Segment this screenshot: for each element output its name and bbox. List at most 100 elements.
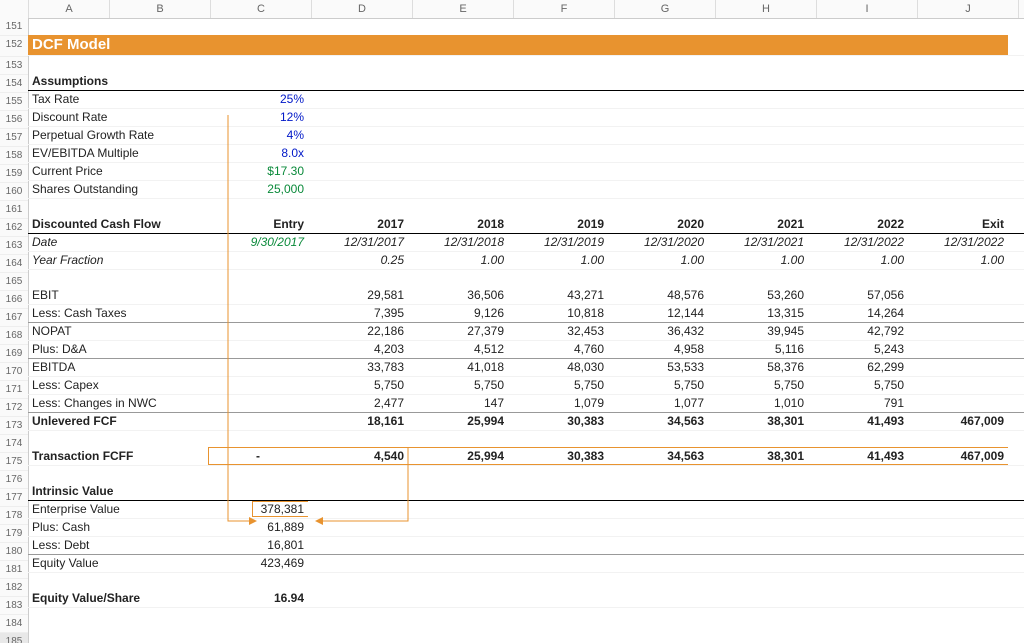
dcf-cell[interactable]: 5,750 [608, 377, 708, 394]
dcf-cell[interactable]: 4,512 [408, 341, 508, 358]
row-head-173[interactable]: 173 [0, 417, 28, 435]
assumption-value[interactable]: 25,000 [208, 181, 308, 198]
col-head-H[interactable]: H [716, 0, 817, 18]
intrinsic-value[interactable]: 378,381 [208, 501, 308, 518]
col-head-F[interactable]: F [514, 0, 615, 18]
row-head-161[interactable]: 161 [0, 201, 28, 219]
ufcf-2021[interactable]: 38,301 [708, 413, 808, 430]
dcf-cell[interactable]: 2,477 [308, 395, 408, 412]
row-head-151[interactable]: 151 [0, 18, 28, 36]
col-head-A[interactable]: A [29, 0, 110, 18]
dcf-cell[interactable]: 13,315 [708, 305, 808, 322]
dcf-cell[interactable]: 53,260 [708, 287, 808, 304]
col-head-B[interactable]: B [110, 0, 211, 18]
dcf-cell[interactable]: 41,018 [408, 359, 508, 376]
dcf-cell[interactable]: 33,783 [308, 359, 408, 376]
txn-exit[interactable]: 467,009 [908, 448, 1008, 465]
txn-2018[interactable]: 25,994 [408, 448, 508, 465]
dcf-cell[interactable]: 29,581 [308, 287, 408, 304]
date-2021[interactable]: 12/31/2021 [708, 234, 808, 251]
dcf-cell[interactable]: 10,818 [508, 305, 608, 322]
ufcf-2019[interactable]: 30,383 [508, 413, 608, 430]
yf-2019[interactable]: 1.00 [508, 252, 608, 269]
dcf-cell[interactable]: 791 [808, 395, 908, 412]
date-entry[interactable]: 9/30/2017 [208, 234, 308, 251]
dcf-cell[interactable]: 4,203 [308, 341, 408, 358]
evps-value[interactable]: 16.94 [208, 590, 308, 607]
row-head-167[interactable]: 167 [0, 309, 28, 327]
dcf-cell[interactable]: 39,945 [708, 323, 808, 340]
dcf-cell[interactable]: 5,750 [808, 377, 908, 394]
dcf-cell[interactable]: 1,077 [608, 395, 708, 412]
col-head-D[interactable]: D [312, 0, 413, 18]
col-head-E[interactable]: E [413, 0, 514, 18]
assumption-value[interactable]: 12% [208, 109, 308, 126]
assumption-value[interactable]: $17.30 [208, 163, 308, 180]
row-head-165[interactable]: 165 [0, 273, 28, 291]
col-head-J[interactable]: J [918, 0, 1019, 18]
row-head-179[interactable]: 179 [0, 525, 28, 543]
row-head-153[interactable]: 153 [0, 57, 28, 75]
dcf-cell[interactable]: 42,792 [808, 323, 908, 340]
dcf-cell[interactable]: 1,010 [708, 395, 808, 412]
ufcf-2017[interactable]: 18,161 [308, 413, 408, 430]
row-head-176[interactable]: 176 [0, 471, 28, 489]
yf-2021[interactable]: 1.00 [708, 252, 808, 269]
txn-entry[interactable]: - [208, 448, 308, 465]
dcf-cell[interactable]: 5,750 [508, 377, 608, 394]
dcf-cell[interactable]: 5,750 [408, 377, 508, 394]
assumption-value[interactable]: 4% [208, 127, 308, 144]
date-2020[interactable]: 12/31/2020 [608, 234, 708, 251]
sheet-body[interactable]: DCF Model Assumptions Tax Rate25%Discoun… [28, 18, 1024, 625]
dcf-cell[interactable]: 48,030 [508, 359, 608, 376]
dcf-cell[interactable]: 9,126 [408, 305, 508, 322]
dcf-cell[interactable]: 32,453 [508, 323, 608, 340]
col-head-I[interactable]: I [817, 0, 918, 18]
date-2019[interactable]: 12/31/2019 [508, 234, 608, 251]
row-head-166[interactable]: 166 [0, 291, 28, 309]
row-head-183[interactable]: 183 [0, 597, 28, 615]
intrinsic-value[interactable]: 61,889 [208, 519, 308, 536]
date-2017[interactable]: 12/31/2017 [308, 234, 408, 251]
yf-2022[interactable]: 1.00 [808, 252, 908, 269]
dcf-cell[interactable]: 27,379 [408, 323, 508, 340]
ufcf-exit[interactable]: 467,009 [908, 413, 1008, 430]
row-head-163[interactable]: 163 [0, 237, 28, 255]
row-head-168[interactable]: 168 [0, 327, 28, 345]
txn-2017[interactable]: 4,540 [308, 448, 408, 465]
row-head-172[interactable]: 172 [0, 399, 28, 417]
row-head-154[interactable]: 154 [0, 75, 28, 93]
dcf-cell[interactable]: 53,533 [608, 359, 708, 376]
yf-2018[interactable]: 1.00 [408, 252, 508, 269]
row-headers[interactable]: 1511521531541551561571581591601611621631… [0, 18, 29, 643]
row-head-180[interactable]: 180 [0, 543, 28, 561]
row-head-152[interactable]: 152 [0, 36, 28, 57]
dcf-cell[interactable]: 22,186 [308, 323, 408, 340]
dcf-cell[interactable]: 4,958 [608, 341, 708, 358]
txn-2022[interactable]: 41,493 [808, 448, 908, 465]
row-head-162[interactable]: 162 [0, 219, 28, 237]
row-head-158[interactable]: 158 [0, 147, 28, 165]
yf-2020[interactable]: 1.00 [608, 252, 708, 269]
dcf-cell[interactable]: 58,376 [708, 359, 808, 376]
row-head-157[interactable]: 157 [0, 129, 28, 147]
row-head-185[interactable]: 185 [0, 633, 28, 643]
txn-2019[interactable]: 30,383 [508, 448, 608, 465]
assumption-value[interactable]: 8.0x [208, 145, 308, 162]
dcf-cell[interactable]: 43,271 [508, 287, 608, 304]
row-head-164[interactable]: 164 [0, 255, 28, 273]
row-head-171[interactable]: 171 [0, 381, 28, 399]
dcf-cell[interactable]: 57,056 [808, 287, 908, 304]
ufcf-2020[interactable]: 34,563 [608, 413, 708, 430]
row-head-174[interactable]: 174 [0, 435, 28, 453]
col-head-G[interactable]: G [615, 0, 716, 18]
row-head-169[interactable]: 169 [0, 345, 28, 363]
dcf-cell[interactable]: 5,243 [808, 341, 908, 358]
intrinsic-value[interactable]: 16,801 [208, 537, 308, 554]
row-head-175[interactable]: 175 [0, 453, 28, 471]
col-head-C[interactable]: C [211, 0, 312, 18]
ufcf-2022[interactable]: 41,493 [808, 413, 908, 430]
row-head-155[interactable]: 155 [0, 93, 28, 111]
row-head-177[interactable]: 177 [0, 489, 28, 507]
dcf-cell[interactable]: 14,264 [808, 305, 908, 322]
